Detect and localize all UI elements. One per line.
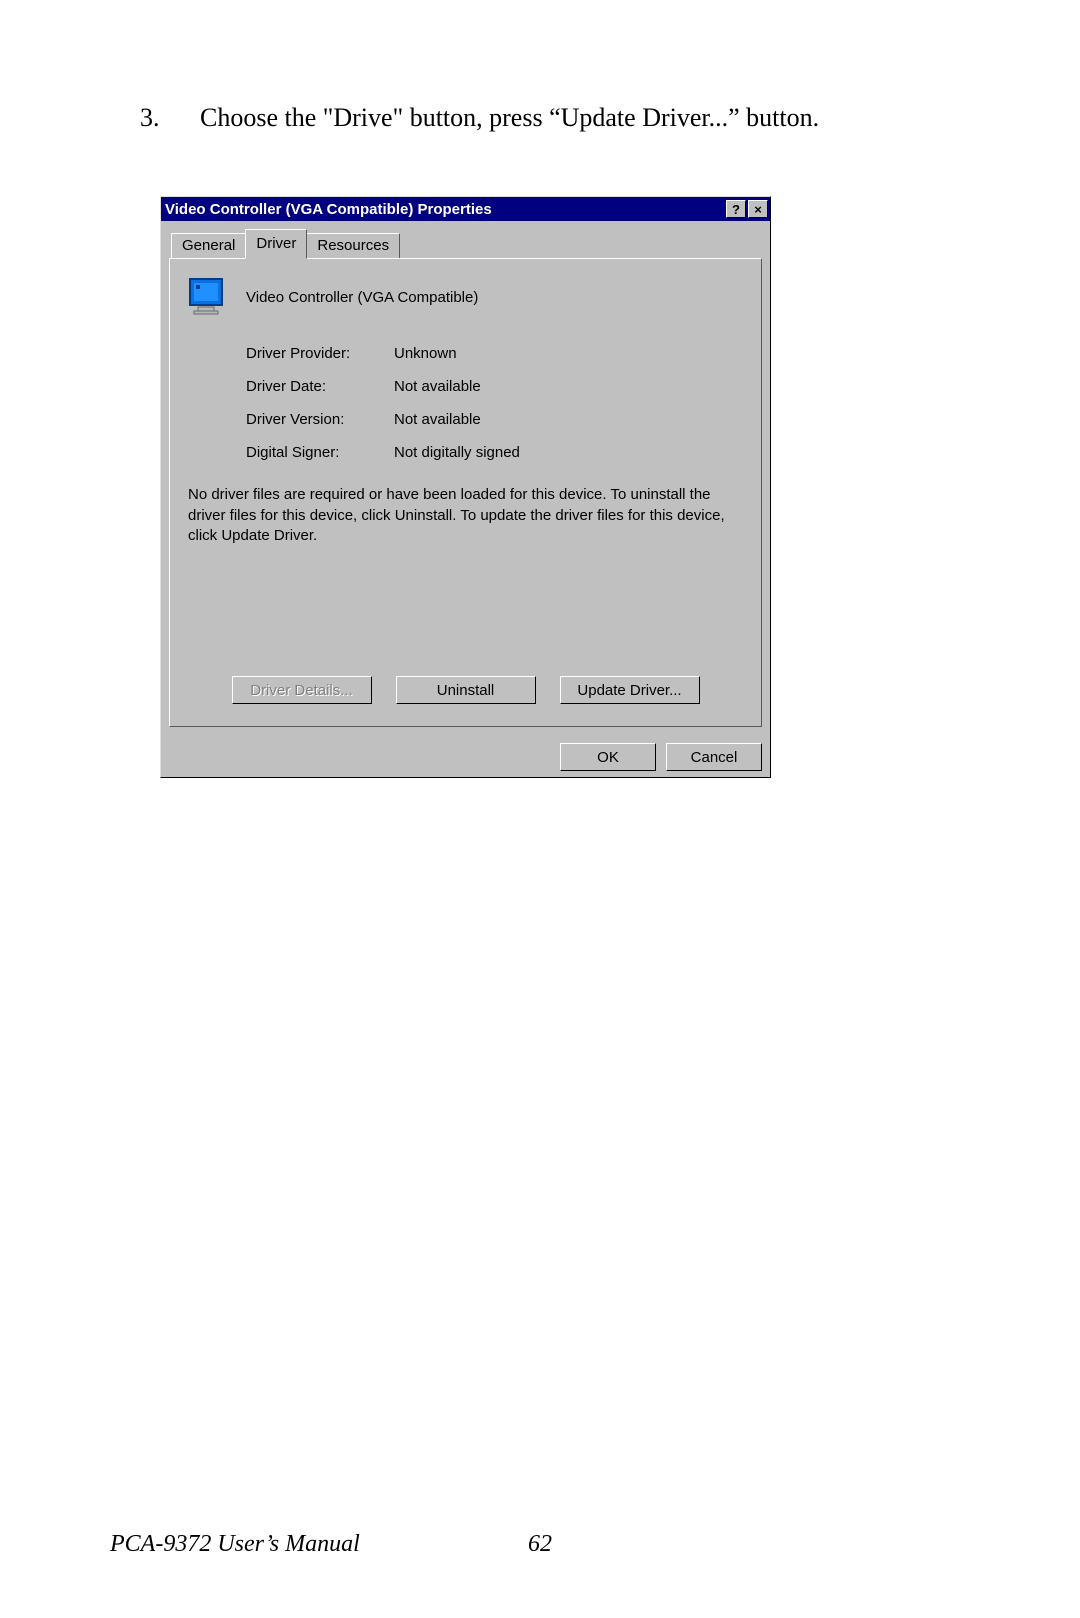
dialog-footer: OK Cancel — [161, 737, 770, 777]
tab-general[interactable]: General — [171, 233, 246, 258]
ok-button[interactable]: OK — [560, 743, 656, 771]
row-date: Driver Date: Not available — [246, 378, 743, 395]
driver-buttons: Driver Details... Uninstall Update Drive… — [188, 676, 743, 704]
label-date: Driver Date: — [246, 378, 394, 395]
tab-strip: General Driver Resources — [171, 229, 762, 258]
device-name: Video Controller (VGA Compatible) — [246, 289, 478, 306]
footer-manual-title: PCA-9372 User’s Manual — [110, 1531, 360, 1558]
step-number: 3. — [140, 100, 200, 136]
page-footer: PCA-9372 User’s Manual 62 — [110, 1531, 970, 1558]
label-provider: Driver Provider: — [246, 345, 394, 362]
driver-description: No driver files are required or have bee… — [188, 485, 743, 546]
uninstall-button[interactable]: Uninstall — [396, 676, 536, 704]
properties-dialog: Video Controller (VGA Compatible) Proper… — [160, 196, 771, 778]
label-version: Driver Version: — [246, 411, 394, 428]
help-button[interactable]: ? — [726, 200, 746, 218]
step-text: Choose the "Drive" button, press “Update… — [200, 100, 970, 136]
driver-info: Driver Provider: Unknown Driver Date: No… — [246, 345, 743, 461]
value-version: Not available — [394, 411, 743, 428]
monitor-icon — [188, 277, 228, 317]
row-provider: Driver Provider: Unknown — [246, 345, 743, 362]
window-title: Video Controller (VGA Compatible) Proper… — [165, 201, 726, 218]
footer-page-number: 62 — [528, 1531, 552, 1558]
value-signer: Not digitally signed — [394, 444, 743, 461]
close-button[interactable]: × — [748, 200, 768, 218]
dialog-body: General Driver Resources V — [161, 221, 770, 737]
label-signer: Digital Signer: — [246, 444, 394, 461]
tab-driver[interactable]: Driver — [245, 229, 307, 259]
value-date: Not available — [394, 378, 743, 395]
update-driver-button[interactable]: Update Driver... — [560, 676, 700, 704]
row-signer: Digital Signer: Not digitally signed — [246, 444, 743, 461]
driver-details-button: Driver Details... — [232, 676, 372, 704]
cancel-button[interactable]: Cancel — [666, 743, 762, 771]
row-version: Driver Version: Not available — [246, 411, 743, 428]
instruction-step: 3. Choose the "Drive" button, press “Upd… — [140, 100, 970, 136]
device-header: Video Controller (VGA Compatible) — [188, 277, 743, 317]
titlebar: Video Controller (VGA Compatible) Proper… — [161, 197, 770, 221]
value-provider: Unknown — [394, 345, 743, 362]
document-page: 3. Choose the "Drive" button, press “Upd… — [0, 0, 1080, 1618]
driver-tab-panel: Video Controller (VGA Compatible) Driver… — [169, 258, 762, 727]
tab-resources[interactable]: Resources — [306, 233, 400, 258]
